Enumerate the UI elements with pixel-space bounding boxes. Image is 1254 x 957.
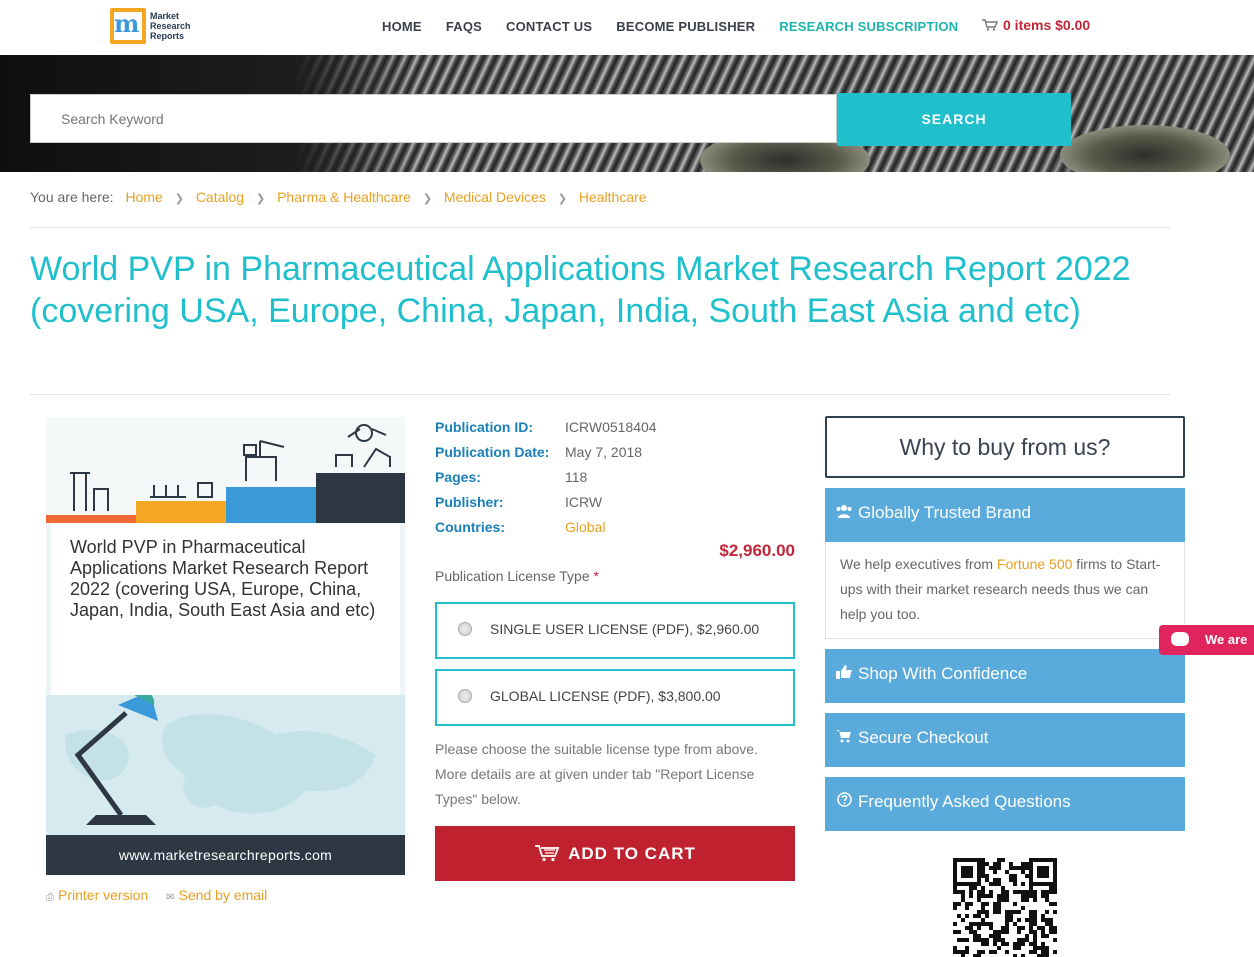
cart-summary[interactable]: 0 items $0.00 <box>982 17 1090 33</box>
nav-faqs[interactable]: FAQS <box>446 19 482 35</box>
detail-label: Publisher: <box>435 494 504 510</box>
send-by-email-link[interactable]: Send by email <box>179 887 268 903</box>
detail-value: ICRW <box>565 494 603 510</box>
site-header: m Market Research Reports HOME FAQS CONT… <box>0 0 1254 55</box>
hero-banner: SEARCH <box>0 55 1254 172</box>
license-option-single-user[interactable]: SINGLE USER LICENSE (PDF), $2,960.00 <box>435 602 795 659</box>
detail-label: Publication Date: <box>435 444 550 460</box>
license-radio[interactable] <box>458 689 472 703</box>
countries-link[interactable]: Global <box>565 519 605 535</box>
report-cover-image: World PVP in Pharmaceutical Applications… <box>46 417 405 875</box>
faq-label: Frequently Asked Questions <box>858 792 1071 811</box>
license-option-label: SINGLE USER LICENSE (PDF), $2,960.00 <box>490 621 760 637</box>
faq-button[interactable]: Frequently Asked Questions <box>825 777 1185 831</box>
main-nav: HOME FAQS CONTACT US BECOME PUBLISHER RE… <box>370 19 970 35</box>
search-input[interactable] <box>30 94 837 143</box>
chevron-right-icon: ❯ <box>422 193 433 205</box>
secure-checkout-button[interactable]: Secure Checkout <box>825 713 1185 767</box>
cart-icon <box>835 713 853 763</box>
divider <box>30 227 1170 228</box>
detail-value: 118 <box>565 469 588 485</box>
users-icon <box>835 488 853 538</box>
license-type-label: Publication License Type * <box>435 568 599 584</box>
nav-research-subscription[interactable]: RESEARCH SUBSCRIPTION <box>779 19 958 35</box>
logo-mark: m <box>110 8 146 44</box>
cover-url: www.marketresearchreports.com <box>46 835 405 875</box>
breadcrumb-catalog[interactable]: Catalog <box>196 189 244 205</box>
email-icon: ✉ <box>166 892 175 903</box>
qr-code-icon <box>953 858 1057 957</box>
logo-text: Market Research Reports <box>150 11 191 41</box>
detail-value: May 7, 2018 <box>565 444 643 460</box>
detail-value: ICRW0518404 <box>565 419 657 435</box>
fortune-500-highlight: Fortune 500 <box>996 556 1073 572</box>
cover-title: World PVP in Pharmaceutical Applications… <box>70 537 376 620</box>
chevron-right-icon: ❯ <box>557 193 567 205</box>
shop-with-confidence-label: Shop With Confidence <box>858 664 1028 683</box>
license-option-label: GLOBAL LICENSE (PDF), $3,800.00 <box>490 688 721 704</box>
license-note: Please choose the suitable license type … <box>435 741 758 807</box>
license-radio[interactable] <box>458 622 472 636</box>
thumbs-up-icon <box>835 649 853 699</box>
shop-with-confidence-button[interactable]: Shop With Confidence <box>825 649 1185 703</box>
detail-label: Publication ID: <box>435 419 533 435</box>
report-tools: ⎙ Printer version ✉ Send by email <box>46 887 281 903</box>
breadcrumb-home[interactable]: Home <box>125 189 162 205</box>
desk-lamp-illustration <box>65 691 376 825</box>
search-button[interactable]: SEARCH <box>837 93 1071 146</box>
cart-icon <box>982 19 998 31</box>
cart-label: 0 items $0.00 <box>1003 17 1091 33</box>
industry-steps-illustration <box>46 424 405 523</box>
live-chat-widget[interactable]: We are <box>1159 625 1254 655</box>
why-buy-heading: Why to buy from us? <box>825 416 1185 478</box>
required-marker: * <box>593 568 599 584</box>
add-to-cart-label: ADD TO CART <box>568 844 696 863</box>
page-title: World PVP in Pharmaceutical Applications… <box>30 250 1131 330</box>
nav-home[interactable]: HOME <box>382 19 422 35</box>
globally-trusted-brand-label: Globally Trusted Brand <box>858 503 1031 522</box>
cover-title-panel: World PVP in Pharmaceutical Applications… <box>51 523 400 695</box>
detail-label: Pages: <box>435 469 481 485</box>
breadcrumb: You are here: Home ❯ Catalog ❯ Pharma & … <box>30 189 647 205</box>
add-to-cart-button[interactable]: ADD TO CART <box>435 826 795 881</box>
printer-version-link[interactable]: Printer version <box>58 887 148 903</box>
license-option-global[interactable]: GLOBAL LICENSE (PDF), $3,800.00 <box>435 669 795 726</box>
breadcrumb-healthcare[interactable]: Healthcare <box>579 189 647 205</box>
breadcrumb-label: You are here: <box>30 189 114 205</box>
report-price: $2,960.00 <box>719 541 795 560</box>
chat-label: We are <box>1205 632 1248 647</box>
nav-become-publisher[interactable]: BECOME PUBLISHER <box>616 19 755 35</box>
question-circle-icon <box>835 777 853 827</box>
chevron-right-icon: ❯ <box>255 193 266 205</box>
breadcrumb-medical-devices[interactable]: Medical Devices <box>444 189 546 205</box>
qr-code <box>953 858 1057 957</box>
breadcrumb-pharma-healthcare[interactable]: Pharma & Healthcare <box>277 189 411 205</box>
banner-eye-right <box>1060 125 1230 172</box>
divider <box>30 394 1170 395</box>
cover-illustration <box>46 417 405 523</box>
site-logo[interactable]: m Market Research Reports <box>110 8 192 46</box>
chat-bubble-icon <box>1171 632 1189 646</box>
cart-icon <box>535 845 560 862</box>
chevron-right-icon: ❯ <box>174 193 184 205</box>
secure-checkout-label: Secure Checkout <box>858 728 989 747</box>
globally-trusted-brand-header[interactable]: Globally Trusted Brand <box>825 488 1185 542</box>
globally-trusted-brand-body: We help executives from Fortune 500 firm… <box>825 542 1185 639</box>
nav-contact-us[interactable]: CONTACT US <box>506 19 592 35</box>
detail-label: Countries: <box>435 519 505 535</box>
printer-icon: ⎙ <box>46 892 54 903</box>
cover-map-illustration <box>46 691 405 835</box>
logo-letter: m <box>114 9 140 38</box>
